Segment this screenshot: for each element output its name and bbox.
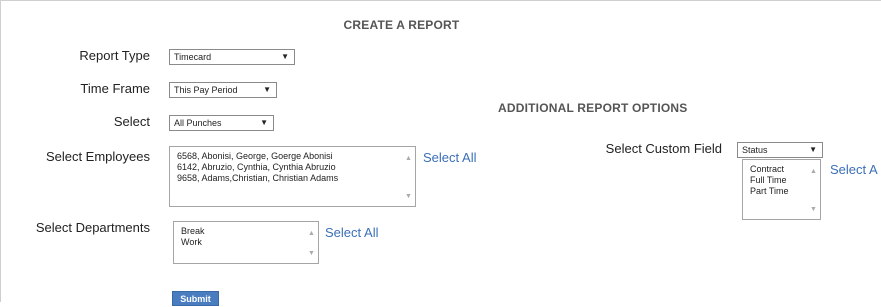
employee-option[interactable]: 9658, Adams,Christian, Christian Adams <box>177 173 415 184</box>
punches-select[interactable]: All Punches ▼ <box>169 115 274 131</box>
scroll-down-icon[interactable]: ▼ <box>308 248 315 259</box>
department-option[interactable]: Work <box>181 237 318 248</box>
select-punches-label: Select <box>113 114 150 129</box>
custom-field-label: Select Custom Field <box>605 141 722 156</box>
dropdown-arrow-icon: ▼ <box>809 145 817 154</box>
report-form-panel: CREATE A REPORT Report Type Timecard ▼ T… <box>0 0 881 306</box>
departments-listbox[interactable]: Break Work ▲ ▼ <box>173 221 319 264</box>
report-type-value: Timecard <box>174 52 212 62</box>
custom-field-listbox[interactable]: Contract Full Time Part Time ▲ ▼ <box>742 159 821 220</box>
scroll-up-icon[interactable]: ▲ <box>308 228 315 239</box>
dropdown-arrow-icon: ▼ <box>263 85 271 94</box>
custom-field-select[interactable]: Status ▼ <box>737 142 823 158</box>
department-option[interactable]: Break <box>181 226 318 237</box>
scroll-up-icon[interactable]: ▲ <box>405 153 412 164</box>
time-frame-value: This Pay Period <box>174 85 238 95</box>
employee-option[interactable]: 6568, Abonisi, George, Goerge Abonisi <box>177 151 415 162</box>
custom-field-value: Status <box>742 145 768 155</box>
select-departments-label: Select Departments <box>35 220 150 235</box>
page-title: CREATE A REPORT <box>343 18 460 32</box>
punches-value: All Punches <box>174 118 222 128</box>
employee-option[interactable]: 6142, Abruzio, Cynthia, Cynthia Abruzio <box>177 162 415 173</box>
additional-options-heading: ADDITIONAL REPORT OPTIONS <box>498 101 688 115</box>
dropdown-arrow-icon: ▼ <box>260 118 268 127</box>
scroll-down-icon[interactable]: ▼ <box>405 191 412 202</box>
select-employees-label: Select Employees <box>45 149 150 164</box>
report-type-label: Report Type <box>79 48 150 63</box>
time-frame-select[interactable]: This Pay Period ▼ <box>169 82 277 98</box>
scroll-down-icon[interactable]: ▼ <box>810 204 817 215</box>
departments-select-all-link[interactable]: Select All <box>325 225 378 240</box>
time-frame-label: Time Frame <box>80 81 150 96</box>
employees-listbox[interactable]: 6568, Abonisi, George, Goerge Abonisi 61… <box>169 146 416 207</box>
scroll-up-icon[interactable]: ▲ <box>810 166 817 177</box>
submit-button[interactable]: Submit <box>172 291 219 306</box>
report-type-select[interactable]: Timecard ▼ <box>169 49 295 65</box>
custom-field-scrollbar[interactable]: ▲ ▼ <box>808 161 819 218</box>
custom-field-select-all-link[interactable]: Select A <box>830 162 878 177</box>
departments-scrollbar[interactable]: ▲ ▼ <box>306 223 317 262</box>
dropdown-arrow-icon: ▼ <box>281 52 289 61</box>
employees-scrollbar[interactable]: ▲ ▼ <box>403 148 414 205</box>
employees-select-all-link[interactable]: Select All <box>423 150 476 165</box>
